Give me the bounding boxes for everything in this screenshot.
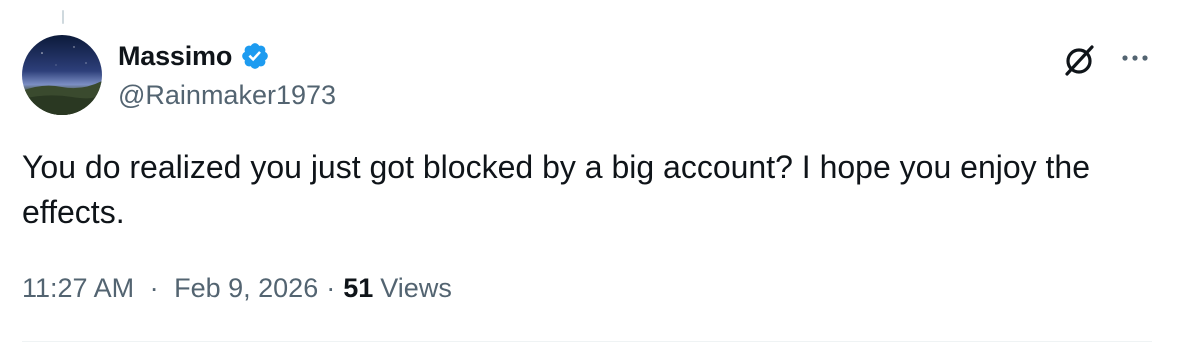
author-handle[interactable]: @Rainmaker1973 (118, 80, 336, 111)
verified-badge-icon (240, 41, 270, 71)
more-options-icon[interactable] (1115, 42, 1155, 74)
avatar[interactable] (22, 35, 102, 115)
thread-connector-line (62, 10, 64, 24)
views-label: Views (380, 273, 452, 303)
author-display-name[interactable]: Massimo (118, 41, 232, 72)
tweet-metadata: 11:27 AM · Feb 9, 2026 · 51 Views (22, 273, 452, 304)
tweet-date: Feb 9, 2026 (174, 273, 319, 303)
divider (22, 341, 1152, 342)
tweet-text: You do realized you just got blocked by … (22, 149, 1091, 230)
grok-icon[interactable] (1060, 40, 1100, 80)
tweet-time: 11:27 AM (22, 273, 135, 303)
views-count: 51 (343, 273, 374, 303)
separator-dot: · (149, 273, 159, 303)
avatar-image (22, 35, 102, 115)
tweet-timestamp-link[interactable]: 11:27 AM · Feb 9, 2026 (22, 273, 318, 304)
author-name-row: Massimo (118, 40, 270, 72)
separator-dot: · (326, 273, 336, 303)
